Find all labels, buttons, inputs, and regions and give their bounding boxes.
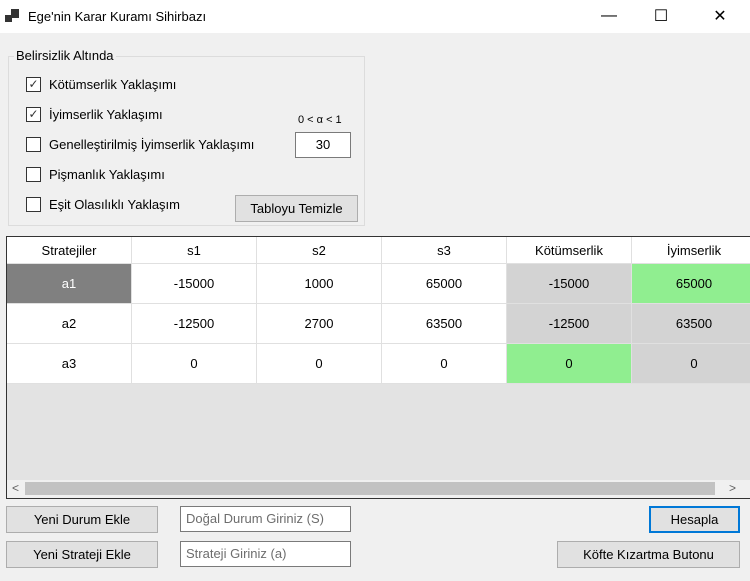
checkbox-icon (26, 167, 41, 182)
column-header[interactable]: Kötümserlik (507, 237, 632, 264)
table-cell[interactable]: 63500 (382, 304, 507, 344)
alpha-label: 0 < α < 1 (298, 114, 342, 126)
title-bar: Ege'nin Karar Kuramı Sihirbazı — ☐ ✕ (0, 0, 750, 33)
add-state-button[interactable]: Yeni Durum Ekle (6, 506, 158, 533)
column-header[interactable]: s2 (257, 237, 382, 264)
checkbox-icon: ✓ (26, 107, 41, 122)
group-title: Belirsizlik Altında (14, 48, 116, 63)
table-cell[interactable]: 0 (632, 344, 750, 384)
table-row: a3 0 0 0 0 0 (7, 344, 750, 384)
table-row: a1 -15000 1000 65000 -15000 65000 (7, 264, 750, 304)
app-icon (5, 9, 19, 23)
checkbox-optimism[interactable]: ✓ İyimserlik Yaklaşımı (26, 107, 163, 122)
minimize-button[interactable]: — (586, 0, 632, 32)
table-cell[interactable]: -12500 (132, 304, 257, 344)
scroll-right-icon[interactable]: > (729, 481, 736, 495)
column-header[interactable]: Stratejiler (7, 237, 132, 264)
column-header[interactable]: s1 (132, 237, 257, 264)
column-header[interactable]: s3 (382, 237, 507, 264)
column-header[interactable]: İyimserlik (632, 237, 750, 264)
scroll-left-icon[interactable]: < (12, 481, 19, 495)
grid-header: Stratejiler s1 s2 s3 Kötümserlik İyimser… (7, 237, 750, 264)
table-cell[interactable]: 0 (507, 344, 632, 384)
horizontal-scrollbar[interactable]: < > (7, 480, 750, 498)
table-cell[interactable]: 0 (382, 344, 507, 384)
table-cell[interactable]: 65000 (382, 264, 507, 304)
table-cell[interactable]: a3 (7, 344, 132, 384)
table-row: a2 -12500 2700 63500 -12500 63500 (7, 304, 750, 344)
table-cell[interactable]: -12500 (507, 304, 632, 344)
add-strategy-button[interactable]: Yeni Strateji Ekle (6, 541, 158, 568)
table-cell[interactable]: 0 (132, 344, 257, 384)
table-cell[interactable]: 65000 (632, 264, 750, 304)
maximize-button[interactable]: ☐ (638, 0, 684, 32)
window-title: Ege'nin Karar Kuramı Sihirbazı (28, 9, 207, 24)
table-cell[interactable]: 0 (257, 344, 382, 384)
checkbox-pessimism[interactable]: ✓ Kötümserlik Yaklaşımı (26, 77, 176, 92)
table-cell[interactable]: 2700 (257, 304, 382, 344)
scrollbar-thumb[interactable] (25, 482, 715, 495)
checkbox-icon (26, 197, 41, 212)
checkbox-generalized-optimism[interactable]: Genelleştirilmiş İyimserlik Yaklaşımı (26, 137, 254, 152)
checkbox-regret[interactable]: Pişmanlık Yaklaşımı (26, 167, 165, 182)
checkbox-icon: ✓ (26, 77, 41, 92)
clear-table-button[interactable]: Tabloyu Temizle (235, 195, 358, 222)
strategy-input[interactable]: Strateji Giriniz (a) (180, 541, 351, 567)
state-input[interactable]: Doğal Durum Giriniz (S) (180, 506, 351, 532)
table-cell[interactable]: 63500 (632, 304, 750, 344)
table-cell[interactable]: a2 (7, 304, 132, 344)
checkbox-icon (26, 137, 41, 152)
table-cell[interactable]: -15000 (132, 264, 257, 304)
decision-grid[interactable]: Stratejiler s1 s2 s3 Kötümserlik İyimser… (6, 236, 750, 499)
alpha-input[interactable]: 30 (295, 132, 351, 158)
calculate-button[interactable]: Hesapla (649, 506, 740, 533)
table-cell[interactable]: a1 (7, 264, 132, 304)
table-cell[interactable]: -15000 (507, 264, 632, 304)
table-cell[interactable]: 1000 (257, 264, 382, 304)
kofte-button[interactable]: Köfte Kızartma Butonu (557, 541, 740, 568)
close-button[interactable]: ✕ (697, 0, 743, 32)
checkbox-equal-probability[interactable]: Eşit Olasılıklı Yaklaşım (26, 197, 180, 212)
